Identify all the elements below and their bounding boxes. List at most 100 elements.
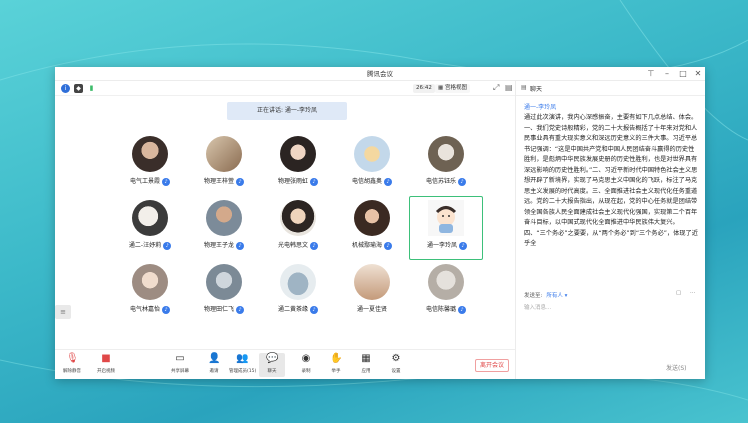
participant-tile[interactable]: 通一夏佳贤 bbox=[335, 260, 409, 324]
participant-tile[interactable]: 通二-汪妤莉 ♪ bbox=[113, 196, 187, 260]
participant-tile[interactable]: 物理王梓萱 ♪ bbox=[187, 132, 261, 196]
start-video-button[interactable]: ■ 开启视频 bbox=[93, 353, 119, 374]
avatar bbox=[132, 200, 168, 236]
mic-on-icon: ♪ bbox=[310, 241, 318, 250]
apps-icon: ▦ bbox=[361, 353, 371, 364]
chat-panel: ▤ 聊天 通一-李玲凤 通过此次演讲，我内心深感振奋，主要有如下几点总结、体会。… bbox=[515, 81, 705, 379]
participant-name: 电信苏钰乐 bbox=[425, 178, 456, 185]
share-screen-button[interactable]: ▭ 共享屏幕 bbox=[167, 353, 193, 374]
share-screen-icon: ▭ bbox=[175, 353, 185, 364]
avatar bbox=[206, 264, 242, 300]
shield-icon[interactable]: ◆ bbox=[74, 84, 83, 93]
fullscreen-icon[interactable]: ⤢ bbox=[493, 83, 499, 93]
minimize-icon[interactable]: – bbox=[661, 68, 673, 79]
send-to-row: 发送至: 所有人 ▾ ▢ ⋯ bbox=[524, 290, 696, 299]
mic-on-icon: ♪ bbox=[458, 177, 466, 186]
grid-icon: ▦ bbox=[438, 85, 444, 91]
mic-on-icon: ♪ bbox=[384, 177, 392, 186]
info-icon[interactable]: i bbox=[61, 84, 70, 93]
participant-tile[interactable]: 物理张雨虹 ♪ bbox=[261, 132, 335, 196]
mic-muted-icon: 🎙 bbox=[66, 353, 79, 364]
unmute-button[interactable]: 🎙 解除静音 bbox=[59, 353, 85, 374]
participant-name: 物理王梓萱 bbox=[203, 178, 234, 185]
close-icon[interactable]: ✕ bbox=[692, 68, 704, 79]
participant-tile[interactable]: 通二黄茶缘 ♪ bbox=[261, 260, 335, 324]
participant-name: 物理田仁飞 bbox=[203, 306, 234, 313]
participant-tile[interactable]: 电信胡鑫奥 ♪ bbox=[335, 132, 409, 196]
title-bar: 腾讯会议 ⊤ – □ ✕ bbox=[55, 67, 705, 81]
mic-on-icon: ♪ bbox=[310, 305, 318, 314]
participant-name: 机械鄢瑜海 bbox=[351, 242, 382, 249]
participant-name: 电气林嘉怡 bbox=[129, 306, 160, 313]
record-icon: ◉ bbox=[301, 353, 311, 364]
chat-button[interactable]: 💬 聊天 bbox=[259, 353, 285, 377]
invite-button[interactable]: 👤 邀请 bbox=[201, 353, 227, 374]
meeting-timer: 26:42 bbox=[413, 84, 435, 93]
avatar bbox=[354, 200, 390, 236]
chat-title: 聊天 bbox=[530, 86, 543, 93]
avatar bbox=[206, 136, 242, 172]
signal-icon[interactable]: ▮ bbox=[87, 84, 96, 93]
camera-off-icon: ■ bbox=[101, 353, 111, 364]
record-button[interactable]: ◉ 录制 bbox=[293, 353, 319, 374]
avatar bbox=[428, 136, 464, 172]
members-icon: 👥 bbox=[236, 353, 249, 364]
participant-name: 电信陈馨璐 bbox=[425, 306, 456, 313]
participant-name: 光电韩思文 bbox=[277, 242, 308, 249]
cartoon-avatar-icon bbox=[435, 206, 457, 233]
view-toggle[interactable]: ▦ 宫格视图 bbox=[435, 84, 470, 93]
participant-name: 通一李玲凤 bbox=[426, 242, 457, 249]
avatar bbox=[280, 136, 316, 172]
leave-meeting-button[interactable]: 离开会议 bbox=[475, 359, 510, 372]
mic-on-icon: ♪ bbox=[459, 241, 467, 250]
manage-members-button[interactable]: 👥 管理成员(15) bbox=[229, 353, 256, 374]
chat-sender-name: 通一-李玲凤 bbox=[524, 104, 557, 111]
mic-on-icon: ♪ bbox=[236, 305, 244, 314]
window-title: 腾讯会议 bbox=[367, 70, 393, 78]
collapse-list-handle[interactable]: ≡ bbox=[55, 305, 71, 319]
participant-tile[interactable]: 物理田仁飞 ♪ bbox=[187, 260, 261, 324]
chat-header: ▤ 聊天 bbox=[516, 81, 705, 96]
participant-tile[interactable]: 机械鄢瑜海 ♪ bbox=[335, 196, 409, 260]
chat-panel-icon: ▤ bbox=[521, 84, 527, 91]
pin-icon[interactable]: ⊤ bbox=[645, 68, 657, 79]
participant-name: 物理张雨虹 bbox=[277, 178, 308, 185]
mic-on-icon: ♪ bbox=[310, 177, 318, 186]
apps-button[interactable]: ▦ 应用 bbox=[353, 353, 379, 374]
participant-name: 电气工景霞 bbox=[129, 178, 160, 185]
layout-icon[interactable]: ▤ bbox=[505, 83, 513, 92]
avatar bbox=[206, 200, 242, 236]
mic-on-icon: ♪ bbox=[236, 177, 244, 186]
avatar bbox=[354, 136, 390, 172]
avatar bbox=[280, 264, 316, 300]
hand-icon: ✋ bbox=[330, 353, 343, 364]
send-to-dropdown[interactable]: 所有人 bbox=[546, 293, 563, 299]
participant-tile[interactable]: 电气工景霞 ♪ bbox=[113, 132, 187, 196]
maximize-icon[interactable]: □ bbox=[677, 68, 689, 79]
mic-on-icon: ♪ bbox=[162, 305, 170, 314]
more-icon[interactable]: ⋯ bbox=[690, 290, 696, 296]
chat-message: 通过此次演讲，我内心深感振奋，主要有如下几点总结、体会。一、我们党史诗般精彩，党… bbox=[524, 114, 698, 247]
file-icon[interactable]: ▢ bbox=[676, 290, 681, 296]
avatar bbox=[354, 264, 390, 300]
send-button[interactable]: 发送(S) bbox=[666, 363, 687, 372]
settings-icon: ⚙ bbox=[391, 353, 401, 364]
participant-tile-active-speaker[interactable]: 通一李玲凤 ♪ bbox=[409, 196, 483, 260]
participant-tile[interactable]: 光电韩思文 ♪ bbox=[261, 196, 335, 260]
participant-tile[interactable]: 物理王子龙 ♪ bbox=[187, 196, 261, 260]
speaking-indicator: 正在讲话: 通一-李玲凤 bbox=[227, 102, 347, 120]
chat-input[interactable]: 输入消息... bbox=[524, 303, 551, 311]
settings-button[interactable]: ⚙ 设置 bbox=[383, 353, 409, 374]
avatar bbox=[280, 200, 316, 236]
participant-tile[interactable]: 电气林嘉怡 ♪ bbox=[113, 260, 187, 324]
participant-name: 电信胡鑫奥 bbox=[351, 178, 382, 185]
meeting-window: 腾讯会议 ⊤ – □ ✕ i ◆ ▮ 26:42 ▦ 宫格视图 ⤢ ▤ 正在讲话… bbox=[55, 67, 705, 379]
mic-on-icon: ♪ bbox=[384, 241, 392, 250]
participant-tile[interactable]: 电信陈馨璐 ♪ bbox=[409, 260, 483, 324]
chevron-down-icon: ▾ bbox=[562, 293, 568, 299]
raise-hand-button[interactable]: ✋ 举手 bbox=[323, 353, 349, 374]
participant-name: 通一夏佳贤 bbox=[356, 306, 387, 313]
participant-tile[interactable]: 电信苏钰乐 ♪ bbox=[409, 132, 483, 196]
meeting-control-bar: 🎙 解除静音 ■ 开启视频 ▭ 共享屏幕 👤 邀请 👥 管理成员(15) 💬 聊… bbox=[55, 349, 515, 379]
invite-icon: 👤 bbox=[208, 353, 221, 364]
